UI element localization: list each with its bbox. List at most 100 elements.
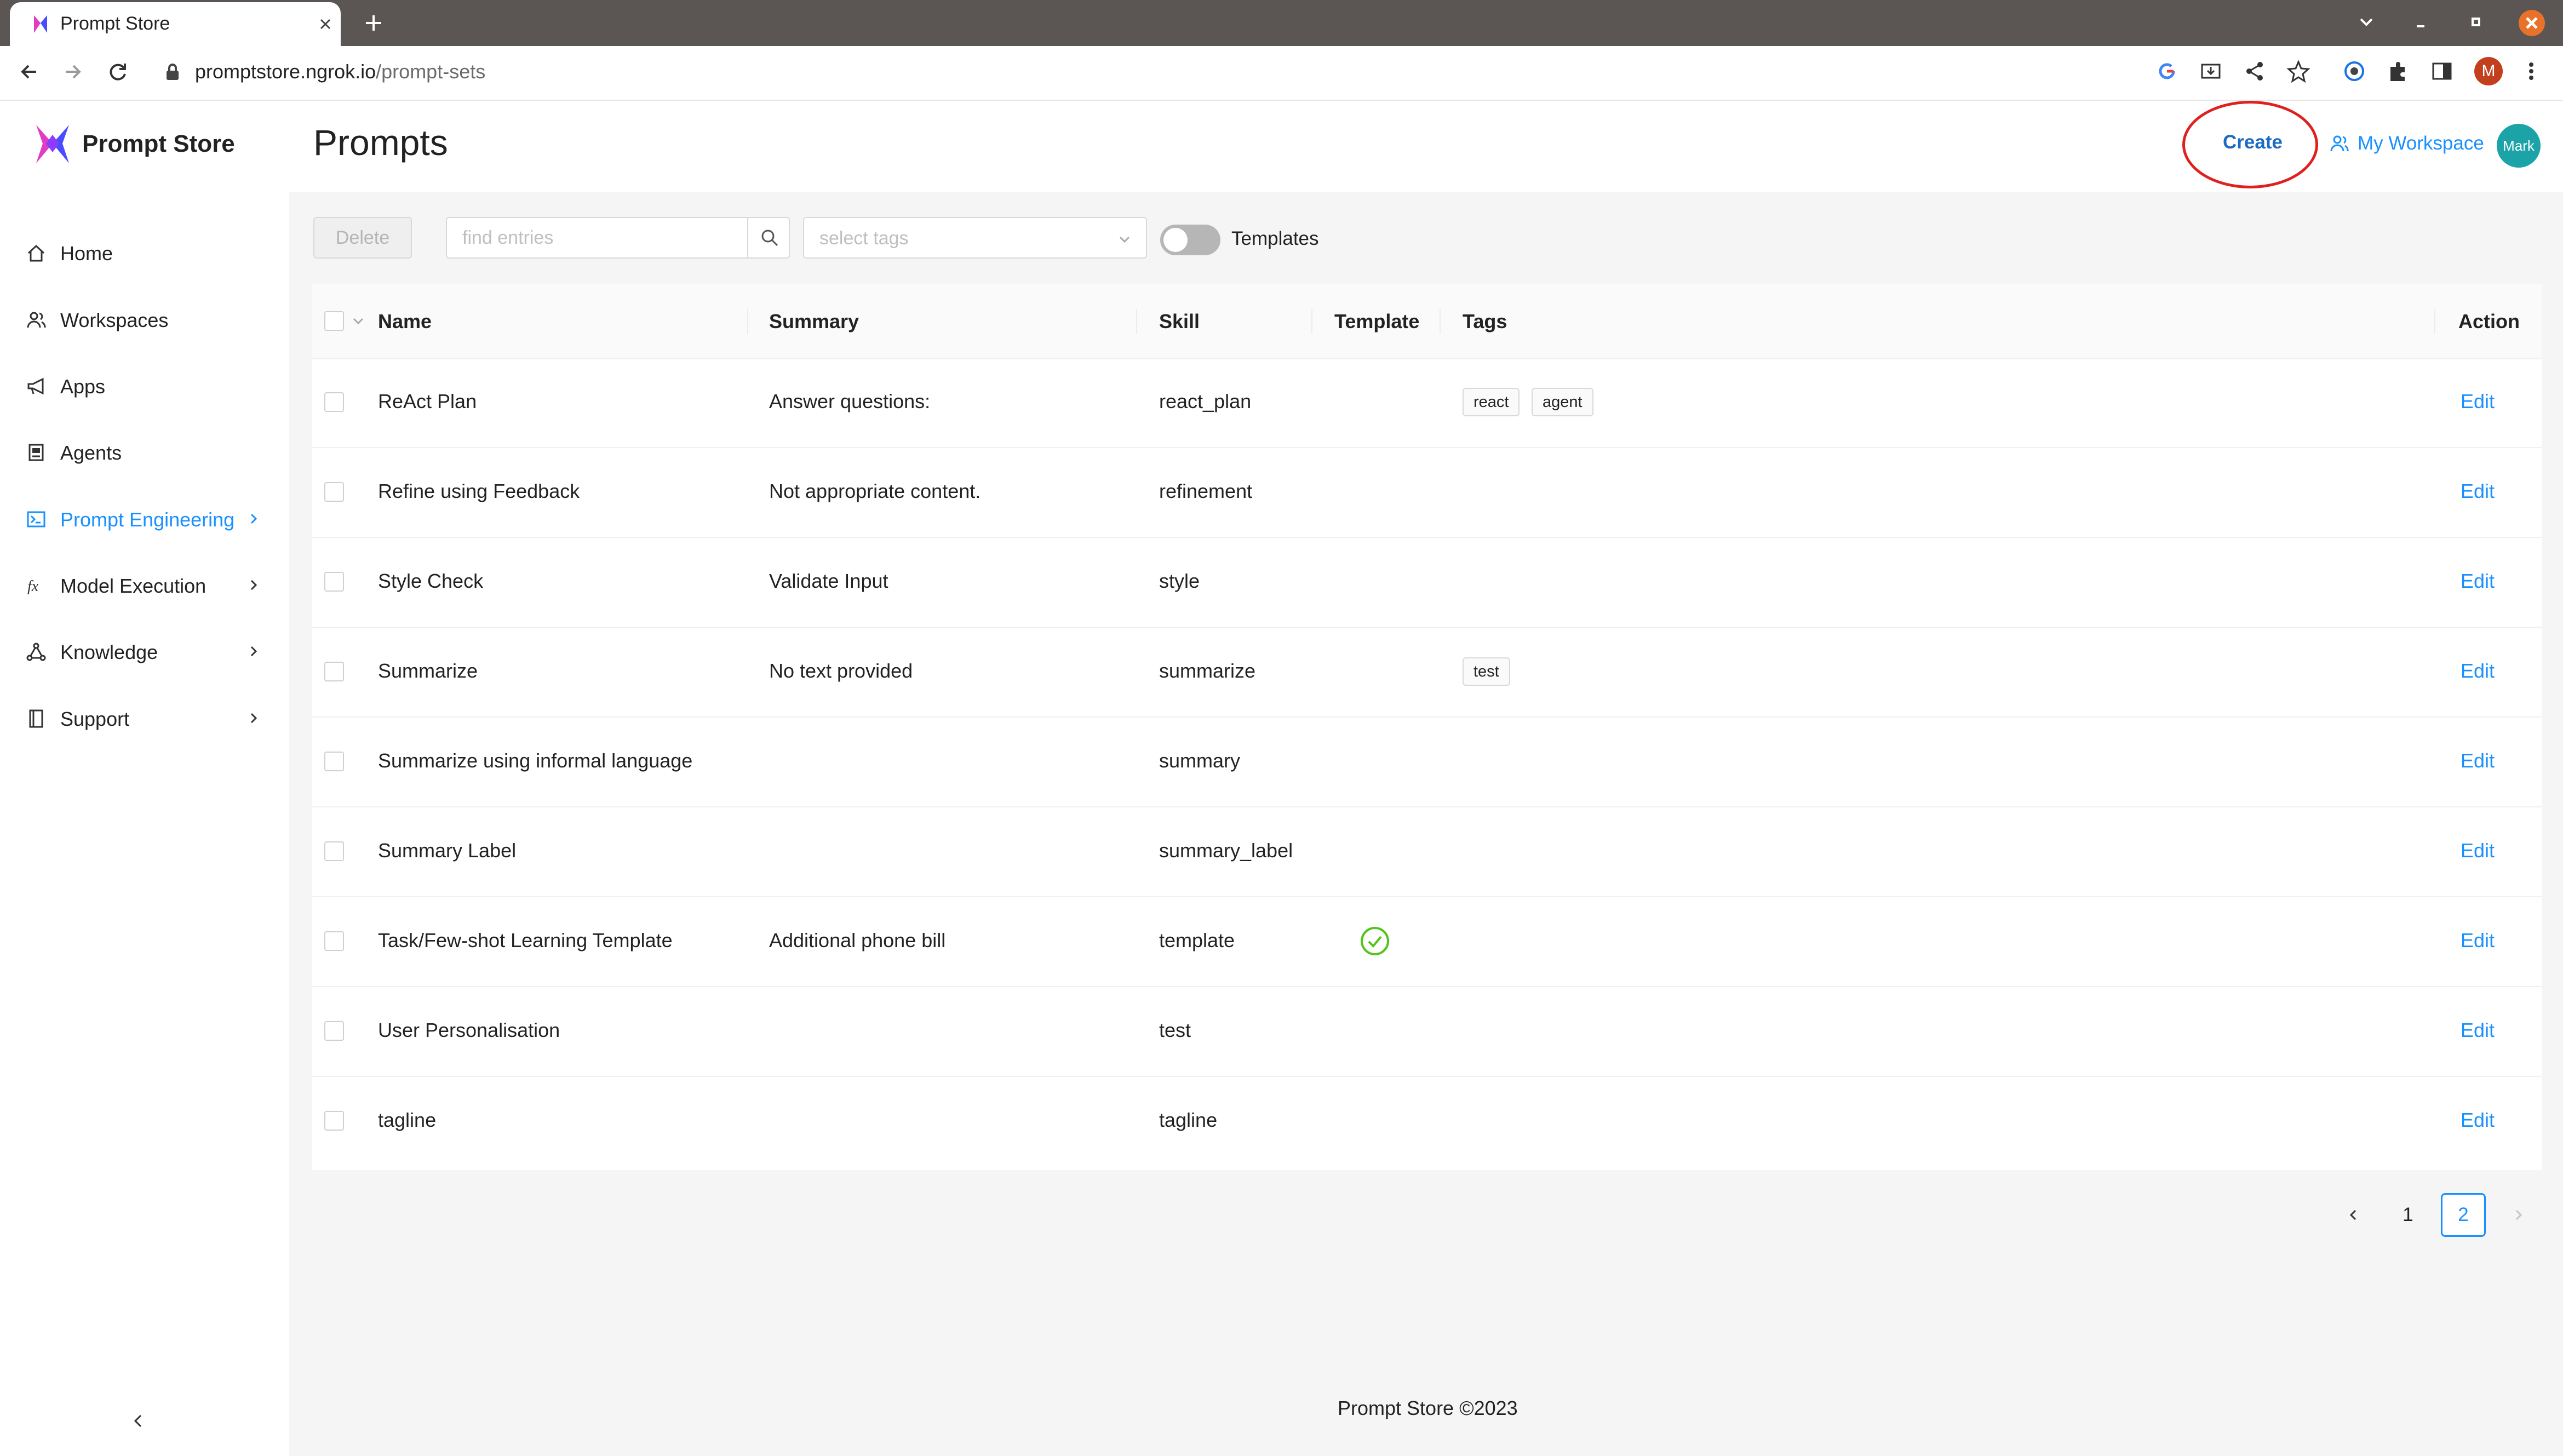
cell-name: Task/Few-shot Learning Template <box>378 929 673 951</box>
column-divider <box>1136 309 1137 334</box>
cell-name: Summary Label <box>378 839 517 862</box>
pagination-page[interactable]: 1 <box>2386 1193 2430 1237</box>
table-row[interactable]: User Personalisation test Edit <box>312 987 2542 1077</box>
collapse-sidebar-icon[interactable] <box>127 1410 149 1432</box>
chevron-right-icon <box>245 643 262 660</box>
forward-arrow-icon[interactable] <box>60 59 85 84</box>
column-header-skill[interactable]: Skill <box>1159 310 1200 333</box>
row-checkbox[interactable] <box>324 752 344 771</box>
table-row[interactable]: Refine using Feedback Not appropriate co… <box>312 448 2542 538</box>
side-panel-icon[interactable] <box>2430 59 2454 83</box>
edit-link[interactable]: Edit <box>2461 390 2495 413</box>
table-row[interactable]: Summary Label summary_label Edit <box>312 807 2542 897</box>
fx-icon: fx <box>25 575 47 597</box>
my-workspace-link[interactable]: My Workspace <box>2358 133 2484 154</box>
row-checkbox[interactable] <box>324 1111 344 1131</box>
row-checkbox[interactable] <box>324 931 344 951</box>
profile-avatar[interactable]: M <box>2474 57 2503 85</box>
edit-link[interactable]: Edit <box>2461 480 2495 503</box>
book-icon <box>25 708 47 730</box>
table-row[interactable]: Task/Few-shot Learning Template Addition… <box>312 897 2542 987</box>
row-checkbox[interactable] <box>324 392 344 412</box>
tab-title: Prompt Store <box>60 13 170 34</box>
column-divider <box>1440 309 1441 334</box>
pagination-prev[interactable] <box>2331 1193 2375 1237</box>
google-icon[interactable] <box>2155 59 2179 83</box>
template-check-icon <box>1360 926 1390 956</box>
chevron-right-icon <box>245 511 262 527</box>
search-icon <box>759 227 780 248</box>
table-row[interactable]: ReAct Plan Answer questions: react_plan … <box>312 358 2542 448</box>
browser-tab[interactable]: Prompt Store <box>10 2 341 46</box>
share-icon[interactable] <box>2243 59 2267 83</box>
edit-link[interactable]: Edit <box>2461 749 2495 772</box>
close-tab-icon[interactable] <box>317 15 334 33</box>
table-row[interactable]: tagline tagline Edit <box>312 1077 2542 1167</box>
kebab-menu-icon[interactable] <box>2523 59 2539 83</box>
tag: test <box>1463 657 1510 686</box>
maximize-icon[interactable] <box>2465 11 2487 33</box>
reload-icon[interactable] <box>105 59 130 84</box>
search-input[interactable] <box>447 218 747 257</box>
sidebar-item-label: Model Execution <box>60 575 207 597</box>
sidebar-item-prompt-engineering[interactable]: Prompt Engineering <box>0 492 289 547</box>
new-tab-icon[interactable] <box>362 11 386 35</box>
sidebar-item-knowledge[interactable]: Knowledge <box>0 624 289 679</box>
sidebar-item-support[interactable]: Support <box>0 691 289 746</box>
close-window-icon[interactable] <box>2518 9 2546 37</box>
create-button[interactable]: Create <box>2223 131 2283 153</box>
column-divider <box>2434 309 2435 334</box>
column-header-summary[interactable]: Summary <box>769 310 859 333</box>
row-checkbox[interactable] <box>324 662 344 681</box>
tab-search-chevron-icon[interactable] <box>2355 11 2377 33</box>
bookmark-star-icon[interactable] <box>2286 59 2310 83</box>
install-app-icon[interactable] <box>2199 59 2223 83</box>
select-all-checkbox[interactable] <box>324 311 344 331</box>
select-dropdown-icon[interactable] <box>351 313 366 329</box>
table-row[interactable]: Style Check Validate Input style Edit <box>312 538 2542 628</box>
lock-icon[interactable] <box>164 62 181 82</box>
column-header-template[interactable]: Template <box>1334 310 1419 333</box>
edit-link[interactable]: Edit <box>2461 570 2495 593</box>
templates-toggle[interactable] <box>1160 225 1220 255</box>
row-checkbox[interactable] <box>324 572 344 592</box>
cell-skill: summary_label <box>1159 839 1293 862</box>
back-arrow-icon[interactable] <box>16 59 42 84</box>
prompt-store-favicon-icon <box>30 13 51 35</box>
edit-link[interactable]: Edit <box>2461 929 2495 952</box>
user-avatar[interactable]: Mark <box>2497 124 2541 168</box>
search-button[interactable] <box>747 218 791 257</box>
delete-button[interactable]: Delete <box>313 217 412 259</box>
column-header-name[interactable]: Name <box>378 310 432 333</box>
table-row[interactable]: Summarize No text provided summarize tes… <box>312 628 2542 718</box>
sidebar-item-model-execution[interactable]: fx Model Execution <box>0 558 289 613</box>
edit-link[interactable]: Edit <box>2461 1019 2495 1042</box>
cell-skill: summarize <box>1159 660 1256 682</box>
row-checkbox[interactable] <box>324 482 344 502</box>
cell-skill: test <box>1159 1019 1191 1041</box>
edit-link[interactable]: Edit <box>2461 1109 2495 1132</box>
pagination-next[interactable] <box>2497 1193 2541 1237</box>
chevron-right-icon <box>245 710 262 726</box>
extensions-puzzle-icon[interactable] <box>2386 59 2410 83</box>
row-checkbox[interactable] <box>324 841 344 861</box>
robot-icon <box>25 442 47 463</box>
cell-summary: Answer questions: <box>769 390 931 412</box>
tags-select[interactable]: select tags <box>803 217 1147 259</box>
pagination-page-current[interactable]: 2 <box>2441 1193 2486 1237</box>
edit-link[interactable]: Edit <box>2461 839 2495 862</box>
home-icon <box>25 242 47 264</box>
row-checkbox[interactable] <box>324 1021 344 1041</box>
sidebar-item-workspaces[interactable]: Workspaces <box>0 293 289 347</box>
toggle-knob <box>1163 228 1188 252</box>
sidebar-item-agents[interactable]: Agents <box>0 425 289 480</box>
sidebar-item-apps[interactable]: Apps <box>0 359 289 414</box>
sidebar-item-home[interactable]: Home <box>0 226 289 280</box>
table-row[interactable]: Summarize using informal language summar… <box>312 718 2542 807</box>
minimize-icon[interactable] <box>2410 11 2432 33</box>
url-field[interactable]: promptstore.ngrok.io/prompt-sets <box>195 60 485 83</box>
edit-link[interactable]: Edit <box>2461 660 2495 683</box>
extension-shield-icon[interactable] <box>2342 59 2366 83</box>
tags-select-placeholder: select tags <box>819 228 909 249</box>
column-header-tags[interactable]: Tags <box>1463 310 1507 333</box>
